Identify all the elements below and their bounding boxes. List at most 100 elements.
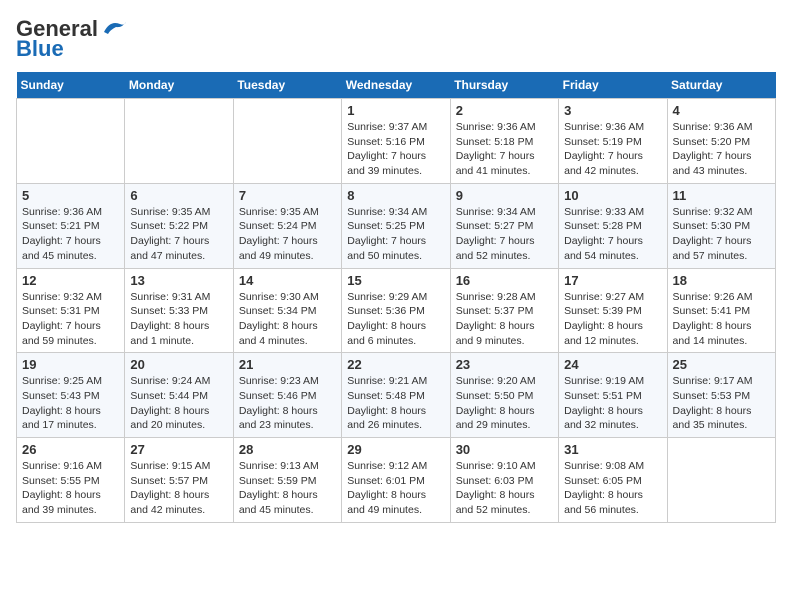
day-number: 26	[22, 442, 119, 457]
weekday-header-wednesday: Wednesday	[342, 72, 450, 99]
day-number: 5	[22, 188, 119, 203]
calendar-cell	[125, 99, 233, 184]
day-info: Sunrise: 9:24 AM Sunset: 5:44 PM Dayligh…	[130, 374, 227, 433]
logo: General Blue	[16, 16, 128, 62]
weekday-header-friday: Friday	[559, 72, 667, 99]
day-info: Sunrise: 9:08 AM Sunset: 6:05 PM Dayligh…	[564, 459, 661, 518]
calendar-cell: 19Sunrise: 9:25 AM Sunset: 5:43 PM Dayli…	[17, 353, 125, 438]
weekday-header-tuesday: Tuesday	[233, 72, 341, 99]
day-info: Sunrise: 9:31 AM Sunset: 5:33 PM Dayligh…	[130, 290, 227, 349]
day-number: 23	[456, 357, 553, 372]
day-number: 4	[673, 103, 770, 118]
calendar-cell: 22 Sunrise: 9:21 AM Sunset: 5:48 PM Dayli…	[342, 353, 450, 438]
day-number: 29	[347, 442, 444, 457]
day-info: Sunrise: 9:34 AM Sunset: 5:27 PM Dayligh…	[456, 205, 553, 264]
weekday-header-sunday: Sunday	[17, 72, 125, 99]
calendar-cell: 16Sunrise: 9:28 AM Sunset: 5:37 PM Dayli…	[450, 268, 558, 353]
day-info: Sunrise: 9:23 AM Sunset: 5:46 PM Dayligh…	[239, 374, 336, 433]
day-info: Sunrise: 9:10 AM Sunset: 6:03 PM Dayligh…	[456, 459, 553, 518]
calendar-cell: 9 Sunrise: 9:34 AM Sunset: 5:27 PM Daylig…	[450, 183, 558, 268]
calendar-cell: 17 Sunrise: 9:27 AM Sunset: 5:39 PM Dayli…	[559, 268, 667, 353]
calendar-cell: 29 Sunrise: 9:12 AM Sunset: 6:01 PM Dayli…	[342, 438, 450, 523]
calendar-cell: 30 Sunrise: 9:10 AM Sunset: 6:03 PM Dayli…	[450, 438, 558, 523]
calendar-cell: 20 Sunrise: 9:24 AM Sunset: 5:44 PM Dayli…	[125, 353, 233, 438]
day-number: 15	[347, 273, 444, 288]
calendar-cell: 1Sunrise: 9:37 AM Sunset: 5:16 PM Daylig…	[342, 99, 450, 184]
day-info: Sunrise: 9:36 AM Sunset: 5:21 PM Dayligh…	[22, 205, 119, 264]
day-number: 25	[673, 357, 770, 372]
calendar-cell: 6Sunrise: 9:35 AM Sunset: 5:22 PM Daylig…	[125, 183, 233, 268]
day-number: 22	[347, 357, 444, 372]
logo-bird-icon	[100, 18, 128, 36]
day-info: Sunrise: 9:12 AM Sunset: 6:01 PM Dayligh…	[347, 459, 444, 518]
day-number: 24	[564, 357, 661, 372]
page-header: General Blue	[16, 16, 776, 62]
day-number: 27	[130, 442, 227, 457]
calendar-cell: 15 Sunrise: 9:29 AM Sunset: 5:36 PM Dayli…	[342, 268, 450, 353]
day-number: 13	[130, 273, 227, 288]
day-number: 17	[564, 273, 661, 288]
day-number: 7	[239, 188, 336, 203]
calendar-cell: 11Sunrise: 9:32 AM Sunset: 5:30 PM Dayli…	[667, 183, 775, 268]
day-info: Sunrise: 9:35 AM Sunset: 5:22 PM Dayligh…	[130, 205, 227, 264]
day-number: 20	[130, 357, 227, 372]
calendar-cell: 10 Sunrise: 9:33 AM Sunset: 5:28 PM Dayli…	[559, 183, 667, 268]
calendar-cell: 14 Sunrise: 9:30 AM Sunset: 5:34 PM Dayli…	[233, 268, 341, 353]
weekday-header-monday: Monday	[125, 72, 233, 99]
day-info: Sunrise: 9:13 AM Sunset: 5:59 PM Dayligh…	[239, 459, 336, 518]
day-info: Sunrise: 9:27 AM Sunset: 5:39 PM Dayligh…	[564, 290, 661, 349]
day-info: Sunrise: 9:20 AM Sunset: 5:50 PM Dayligh…	[456, 374, 553, 433]
calendar-cell: 4 Sunrise: 9:36 AM Sunset: 5:20 PM Daylig…	[667, 99, 775, 184]
day-info: Sunrise: 9:32 AM Sunset: 5:30 PM Dayligh…	[673, 205, 770, 264]
day-info: Sunrise: 9:16 AM Sunset: 5:55 PM Dayligh…	[22, 459, 119, 518]
calendar-cell: 25 Sunrise: 9:17 AM Sunset: 5:53 PM Dayli…	[667, 353, 775, 438]
day-info: Sunrise: 9:34 AM Sunset: 5:25 PM Dayligh…	[347, 205, 444, 264]
day-number: 10	[564, 188, 661, 203]
calendar-cell: 12 Sunrise: 9:32 AM Sunset: 5:31 PM Dayli…	[17, 268, 125, 353]
calendar-table: SundayMondayTuesdayWednesdayThursdayFrid…	[16, 72, 776, 523]
calendar-cell: 3 Sunrise: 9:36 AM Sunset: 5:19 PM Daylig…	[559, 99, 667, 184]
calendar-cell: 31Sunrise: 9:08 AM Sunset: 6:05 PM Dayli…	[559, 438, 667, 523]
calendar-cell: 27Sunrise: 9:15 AM Sunset: 5:57 PM Dayli…	[125, 438, 233, 523]
day-info: Sunrise: 9:36 AM Sunset: 5:20 PM Dayligh…	[673, 120, 770, 179]
day-number: 12	[22, 273, 119, 288]
day-number: 30	[456, 442, 553, 457]
day-info: Sunrise: 9:32 AM Sunset: 5:31 PM Dayligh…	[22, 290, 119, 349]
calendar-cell	[17, 99, 125, 184]
day-number: 1	[347, 103, 444, 118]
day-number: 14	[239, 273, 336, 288]
day-info: Sunrise: 9:28 AM Sunset: 5:37 PM Dayligh…	[456, 290, 553, 349]
logo-blue: Blue	[16, 36, 64, 62]
calendar-cell: 8 Sunrise: 9:34 AM Sunset: 5:25 PM Daylig…	[342, 183, 450, 268]
day-number: 3	[564, 103, 661, 118]
calendar-cell: 5 Sunrise: 9:36 AM Sunset: 5:21 PM Daylig…	[17, 183, 125, 268]
calendar-cell	[667, 438, 775, 523]
calendar-cell: 24 Sunrise: 9:19 AM Sunset: 5:51 PM Dayli…	[559, 353, 667, 438]
day-info: Sunrise: 9:17 AM Sunset: 5:53 PM Dayligh…	[673, 374, 770, 433]
weekday-header-thursday: Thursday	[450, 72, 558, 99]
day-number: 9	[456, 188, 553, 203]
calendar-cell: 13 Sunrise: 9:31 AM Sunset: 5:33 PM Dayli…	[125, 268, 233, 353]
calendar-cell: 21 Sunrise: 9:23 AM Sunset: 5:46 PM Dayli…	[233, 353, 341, 438]
calendar-cell: 23 Sunrise: 9:20 AM Sunset: 5:50 PM Dayli…	[450, 353, 558, 438]
day-info: Sunrise: 9:35 AM Sunset: 5:24 PM Dayligh…	[239, 205, 336, 264]
calendar-cell: 28 Sunrise: 9:13 AM Sunset: 5:59 PM Dayli…	[233, 438, 341, 523]
day-number: 2	[456, 103, 553, 118]
day-number: 18	[673, 273, 770, 288]
day-number: 28	[239, 442, 336, 457]
day-info: Sunrise: 9:36 AM Sunset: 5:19 PM Dayligh…	[564, 120, 661, 179]
calendar-cell: 2 Sunrise: 9:36 AM Sunset: 5:18 PM Daylig…	[450, 99, 558, 184]
day-info: Sunrise: 9:36 AM Sunset: 5:18 PM Dayligh…	[456, 120, 553, 179]
day-info: Sunrise: 9:19 AM Sunset: 5:51 PM Dayligh…	[564, 374, 661, 433]
day-number: 21	[239, 357, 336, 372]
calendar-cell: 18Sunrise: 9:26 AM Sunset: 5:41 PM Dayli…	[667, 268, 775, 353]
day-info: Sunrise: 9:25 AM Sunset: 5:43 PM Dayligh…	[22, 374, 119, 433]
calendar-cell	[233, 99, 341, 184]
weekday-header-saturday: Saturday	[667, 72, 775, 99]
day-info: Sunrise: 9:29 AM Sunset: 5:36 PM Dayligh…	[347, 290, 444, 349]
day-number: 8	[347, 188, 444, 203]
day-info: Sunrise: 9:21 AM Sunset: 5:48 PM Dayligh…	[347, 374, 444, 433]
day-info: Sunrise: 9:30 AM Sunset: 5:34 PM Dayligh…	[239, 290, 336, 349]
day-info: Sunrise: 9:33 AM Sunset: 5:28 PM Dayligh…	[564, 205, 661, 264]
calendar-cell: 26 Sunrise: 9:16 AM Sunset: 5:55 PM Dayli…	[17, 438, 125, 523]
